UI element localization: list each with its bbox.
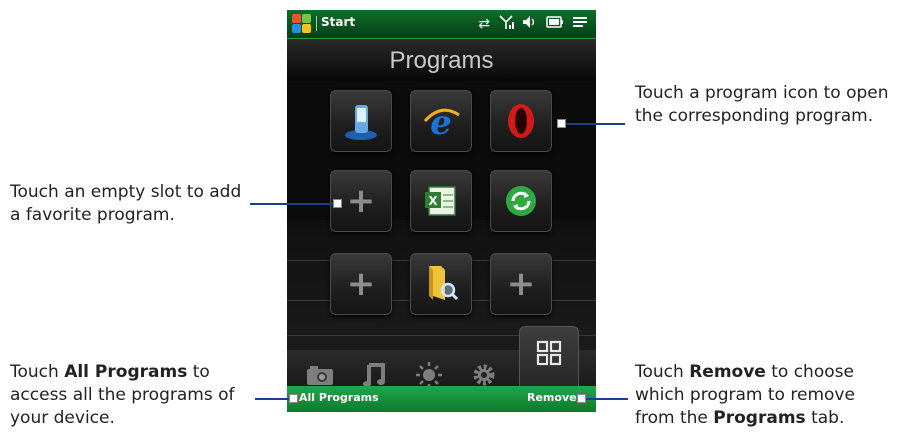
phone-bottom-blank [287,412,596,434]
weather-icon [416,362,442,388]
callout-remove: Touch Remove to choose which program to … [635,361,897,430]
leader-dot [577,394,586,403]
callout-text: Touch [635,362,690,382]
remove-button[interactable]: Remove [527,391,577,404]
callout-program-icon: Touch a program icon to open the corresp… [635,83,889,126]
plus-icon: + [346,181,376,221]
sync-program-icon[interactable] [490,170,552,232]
settings-icon [473,364,495,386]
callout-bold-text: Programs [713,408,806,428]
callout-bold-text: Remove [689,362,766,382]
volume-icon[interactable] [522,14,538,34]
callout-text: tab. [805,408,845,428]
tab-programs[interactable] [524,328,574,378]
programs-grid-icon [536,340,562,366]
leader-line-program-icon [563,123,625,125]
file-explorer-icon[interactable] [410,253,472,315]
status-bar: Start ⇄ [287,10,596,39]
device-program-icon[interactable] [330,90,392,152]
all-programs-button[interactable]: All Programs [299,391,379,404]
callout-bold-text: All Programs [64,362,188,382]
callout-all-programs: Touch All Programs to access all the pro… [10,361,250,430]
windows-logo-icon[interactable] [292,14,312,34]
plus-icon: + [506,264,536,304]
opera-browser-icon[interactable] [490,90,552,152]
camera-icon [307,366,333,385]
music-icon [363,363,385,387]
callout-empty-slot: Touch an empty slot to add a favorite pr… [10,182,242,225]
plus-icon: + [346,264,376,304]
leader-dot [333,199,342,208]
svg-text:X: X [428,194,438,208]
leader-line-remove [583,398,628,400]
start-label[interactable]: Start [321,15,355,29]
leader-dot [557,119,566,128]
start-separator [316,16,317,31]
signal-icon[interactable] [498,14,514,34]
empty-slot[interactable]: + [330,253,392,315]
callout-text: Touch [10,362,65,382]
status-icons: ⇄ [478,14,588,34]
sync-icon[interactable]: ⇄ [478,16,490,32]
page-title: Programs [389,47,494,74]
menu-icon[interactable] [572,15,588,33]
battery-icon[interactable] [546,15,564,33]
excel-icon[interactable]: X [410,170,472,232]
phone-screen: Start ⇄ Programs e + X + + All Programs … [287,10,596,434]
leader-line-empty-slot [250,203,335,205]
internet-explorer-icon[interactable]: e [410,90,472,152]
empty-slot[interactable]: + [490,253,552,315]
leader-dot [289,394,298,403]
